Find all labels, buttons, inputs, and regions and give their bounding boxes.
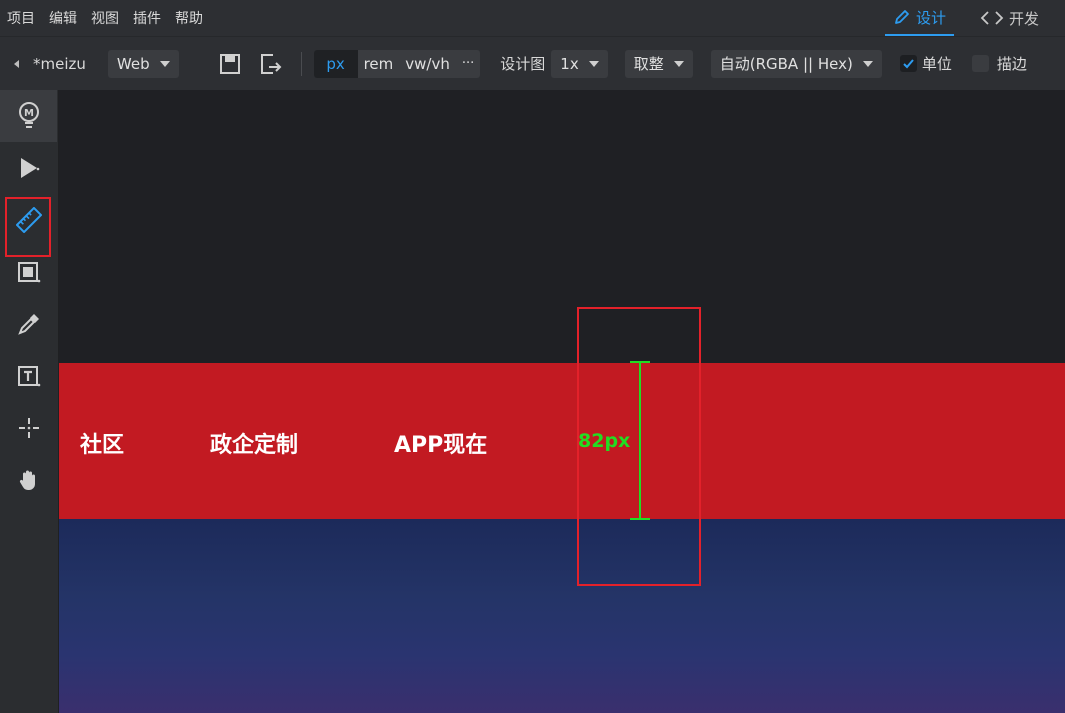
highlight-box-measure bbox=[577, 307, 701, 586]
chevron-down-icon bbox=[862, 60, 873, 67]
project-name[interactable]: *meizu bbox=[33, 55, 86, 73]
unit-rem[interactable]: rem bbox=[358, 50, 400, 78]
scale-select[interactable]: 1x bbox=[551, 49, 608, 78]
tool-text[interactable] bbox=[0, 350, 57, 402]
menu-view[interactable]: 视图 bbox=[91, 8, 119, 28]
color-format-select[interactable]: 自动(RGBA || Hex) bbox=[710, 49, 882, 78]
rounding-select[interactable]: 取整 bbox=[624, 49, 693, 78]
chevron-down-icon bbox=[159, 60, 170, 67]
crosshair-icon bbox=[18, 418, 39, 438]
mode-tabs: 设计 开发 bbox=[884, 0, 1065, 36]
pencil-icon bbox=[895, 10, 909, 24]
rounding-value: 取整 bbox=[633, 55, 664, 73]
tool-logo[interactable]: M bbox=[0, 90, 57, 142]
hero-image-layer[interactable] bbox=[59, 519, 1065, 713]
outline-check-label: 描边 bbox=[996, 55, 1027, 73]
unit-px[interactable]: px bbox=[313, 49, 358, 78]
unit-vw-vh[interactable]: vw/vh bbox=[399, 50, 456, 78]
menu-plugins[interactable]: 插件 bbox=[133, 8, 161, 28]
menu-bar: 项目 编辑 视图 插件 帮助 设计 开发 bbox=[0, 0, 1065, 36]
tab-design[interactable]: 设计 bbox=[884, 0, 954, 36]
platform-select[interactable]: Web bbox=[107, 49, 179, 78]
scale-value: 1x bbox=[560, 54, 579, 73]
menu-project[interactable]: 项目 bbox=[7, 8, 35, 28]
outline-checkbox[interactable] bbox=[971, 55, 989, 72]
svg-text:M: M bbox=[24, 108, 34, 119]
logo-icon: M bbox=[18, 102, 39, 128]
highlight-box-ruler bbox=[5, 197, 51, 257]
export-icon[interactable] bbox=[259, 52, 283, 76]
unit-check-label: 单位 bbox=[921, 55, 952, 73]
text-icon bbox=[17, 366, 40, 387]
tab-dev-label: 开发 bbox=[1008, 9, 1039, 28]
unit-switcher: px rem vw/vh ··· bbox=[313, 49, 481, 78]
code-icon bbox=[980, 11, 1004, 25]
eyedropper-icon bbox=[17, 314, 39, 335]
design-label: 设计图 bbox=[500, 55, 546, 73]
chevron-down-icon bbox=[673, 60, 684, 67]
nav-link-enterprise[interactable]: 政企定制 bbox=[210, 427, 298, 459]
pointer-icon bbox=[20, 158, 39, 178]
tool-eyedropper[interactable] bbox=[0, 298, 57, 350]
menu-edit[interactable]: 编辑 bbox=[49, 8, 77, 28]
tool-sidebar: M bbox=[0, 90, 59, 713]
hand-icon bbox=[19, 470, 35, 490]
unit-checkbox[interactable] bbox=[899, 55, 917, 72]
tab-dev[interactable]: 开发 bbox=[972, 0, 1047, 36]
toolbar: *meizu Web px rem vw/vh ··· 设计图 1x 取整 自动… bbox=[0, 36, 1065, 90]
tool-pointer[interactable] bbox=[0, 142, 57, 194]
menu-help[interactable]: 帮助 bbox=[175, 8, 203, 28]
color-format-value: 自动(RGBA || Hex) bbox=[719, 55, 853, 73]
check-icon bbox=[903, 59, 914, 69]
platform-value: Web bbox=[116, 54, 150, 73]
nav-bar-layer[interactable]: 社区 政企定制 APP现在 bbox=[59, 363, 1065, 519]
tool-crosshair[interactable] bbox=[0, 402, 57, 454]
tab-design-label: 设计 bbox=[915, 8, 946, 27]
tool-hand[interactable] bbox=[0, 454, 57, 506]
unit-more[interactable]: ··· bbox=[456, 50, 480, 78]
nav-link-app[interactable]: APP现在 bbox=[394, 427, 487, 459]
chevron-down-icon bbox=[588, 60, 599, 67]
frame-icon bbox=[17, 262, 40, 283]
save-icon[interactable] bbox=[219, 53, 241, 75]
collapse-left-icon[interactable] bbox=[12, 58, 22, 70]
nav-link-community[interactable]: 社区 bbox=[80, 427, 124, 459]
design-canvas[interactable]: 社区 政企定制 APP现在 82px bbox=[59, 90, 1065, 713]
toolbar-divider bbox=[300, 51, 302, 76]
